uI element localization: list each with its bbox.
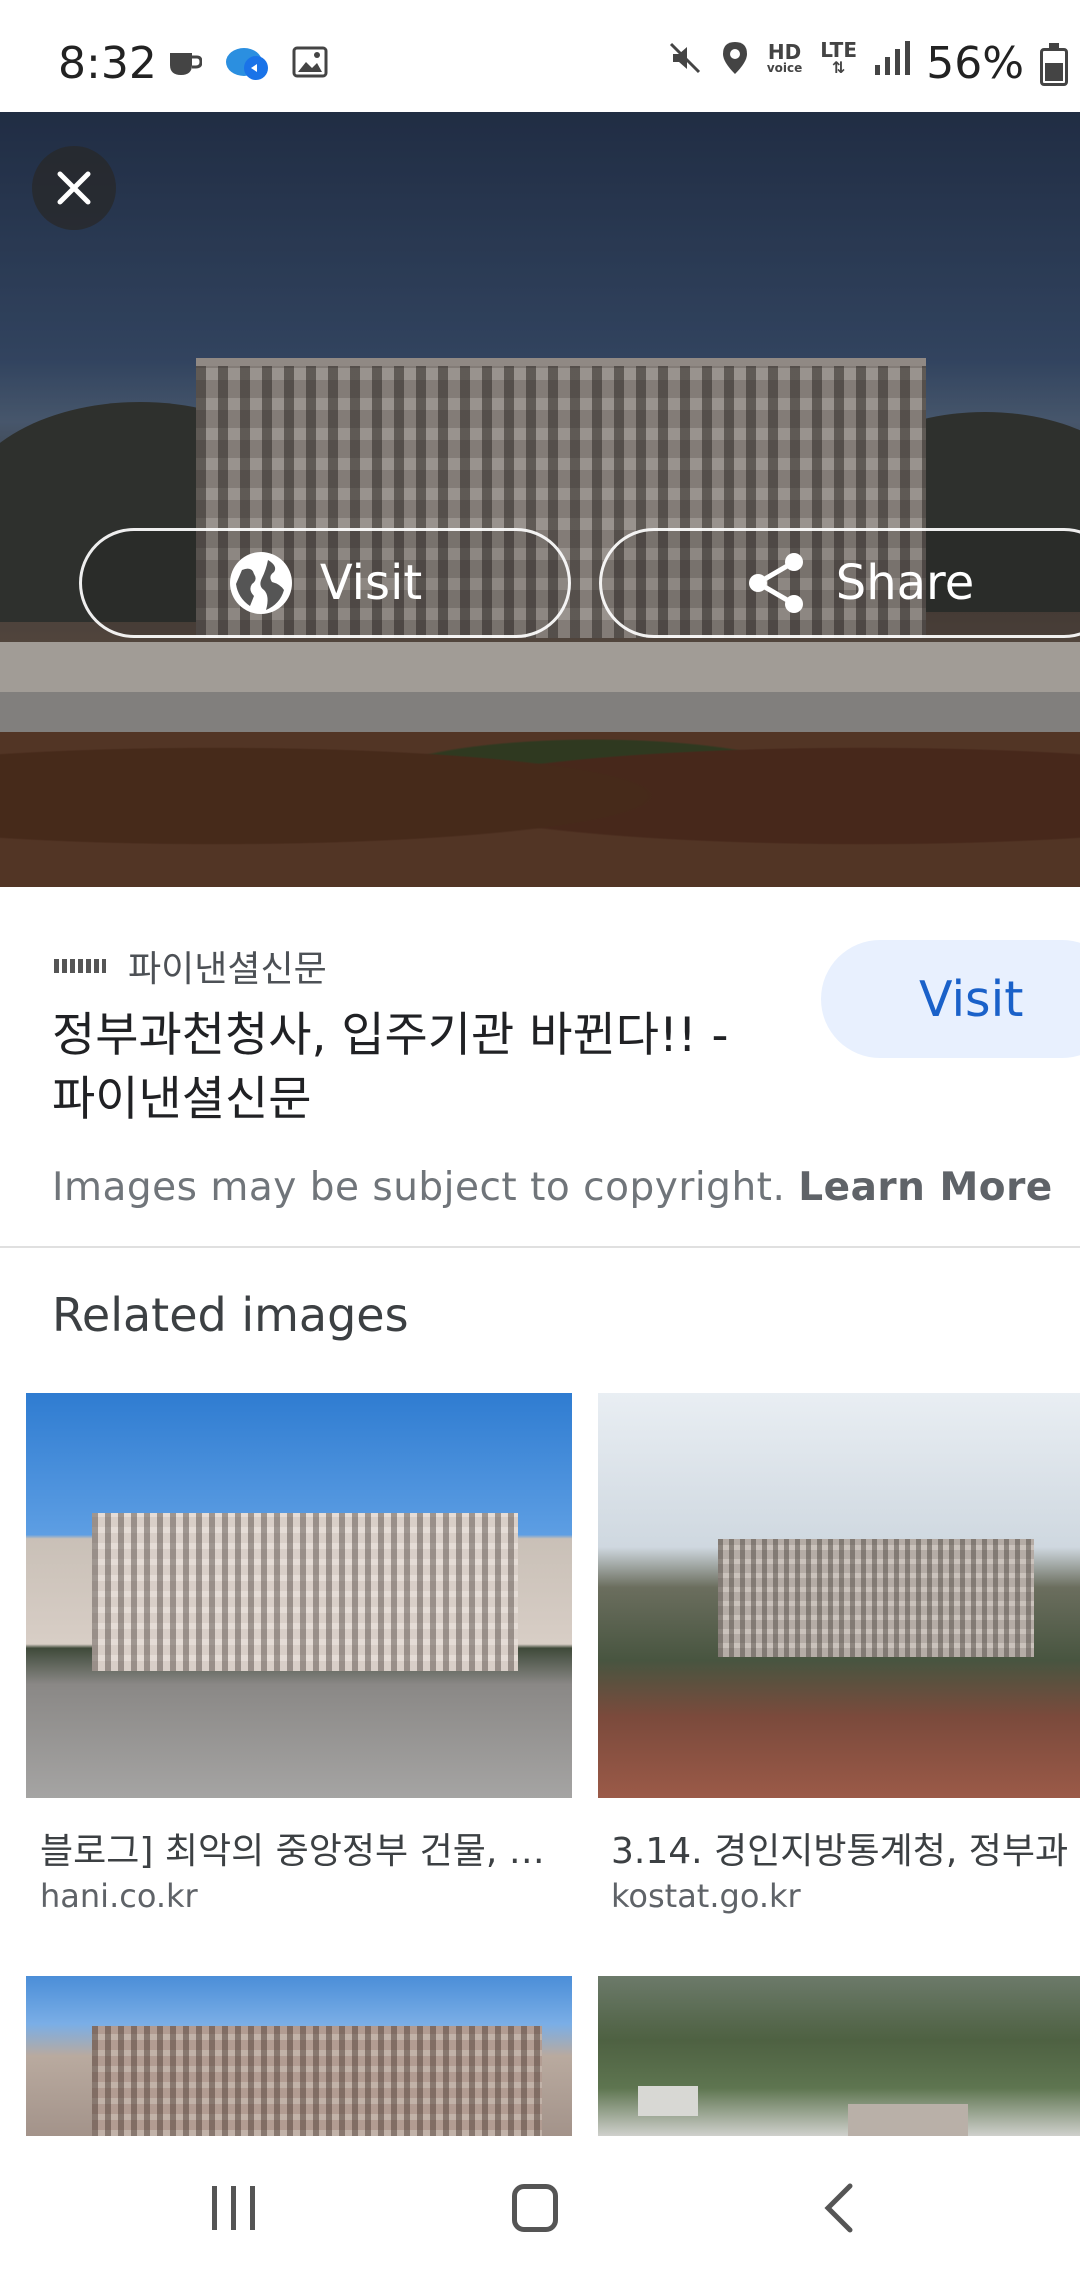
- hero-share-label: Share: [835, 555, 975, 611]
- visit-button[interactable]: Visit: [821, 940, 1080, 1058]
- page-title[interactable]: 정부과천청사, 입주기관 바뀐다!! - 파이낸셜신문: [52, 1004, 772, 1132]
- related-image-domain: kostat.go.kr: [611, 1877, 801, 1915]
- lte-indicator: LTE ⇅: [820, 40, 857, 76]
- voice-label: voice: [766, 61, 803, 75]
- hd-label: HD: [767, 40, 802, 64]
- copyright-notice: Images may be subject to copyright. Lear…: [52, 1165, 1053, 1210]
- data-arrows-icon: ⇅: [831, 58, 846, 77]
- related-image-thumbnail[interactable]: [26, 1976, 572, 2136]
- coffee-icon: [170, 53, 202, 75]
- recents-button[interactable]: [212, 2186, 255, 2230]
- battery-icon: [1040, 43, 1068, 86]
- related-image-caption[interactable]: 3.14. 경인지방통계청, 정부과: [611, 1822, 1080, 1874]
- location-icon: [722, 42, 747, 74]
- learn-more-link[interactable]: Learn More: [798, 1165, 1052, 1210]
- gallery-icon: [292, 46, 328, 78]
- source-name: 파이낸셜신문: [128, 949, 327, 990]
- close-icon: [57, 171, 91, 205]
- home-button[interactable]: [512, 2184, 558, 2232]
- share-icon: [748, 553, 803, 613]
- visit-button-label: Visit: [919, 970, 1024, 1028]
- status-time: 8:32: [58, 38, 157, 89]
- close-button[interactable]: [32, 146, 116, 230]
- status-bar: 8:32 HD voice LTE ⇅ 56%: [0, 0, 1080, 112]
- mute-icon: [669, 42, 700, 74]
- related-image-caption[interactable]: 블로그] 최악의 중앙정부 건물, …: [40, 1822, 560, 1874]
- signal-icon: [875, 41, 910, 75]
- related-image-thumbnail[interactable]: [598, 1393, 1080, 1798]
- cloud-sync-icon: [226, 48, 268, 80]
- system-nav-bar: [0, 2136, 1080, 2280]
- lte-label: LTE: [820, 38, 857, 62]
- copyright-text: Images may be subject to copyright.: [52, 1165, 786, 1210]
- globe-icon: [229, 552, 292, 614]
- battery-percent: 56%: [926, 38, 1024, 89]
- related-images-heading: Related images: [52, 1288, 409, 1342]
- related-image-thumbnail[interactable]: [598, 1976, 1080, 2136]
- back-button[interactable]: [820, 2182, 860, 2234]
- hero-visit-button[interactable]: Visit: [79, 528, 571, 638]
- source-logo-icon: [54, 959, 106, 973]
- notification-icons: [168, 42, 328, 82]
- related-image-domain: hani.co.kr: [40, 1877, 198, 1915]
- hd-voice-indicator: HD voice: [767, 42, 802, 74]
- related-image-thumbnail[interactable]: [26, 1393, 572, 1798]
- divider: [0, 1246, 1080, 1248]
- hero-share-button[interactable]: Share: [599, 528, 1080, 638]
- system-icons: HD voice LTE ⇅: [667, 40, 910, 76]
- source-row[interactable]: 파이낸셜신문: [54, 940, 327, 992]
- hero-image: [0, 112, 1080, 887]
- hero-visit-label: Visit: [319, 555, 423, 611]
